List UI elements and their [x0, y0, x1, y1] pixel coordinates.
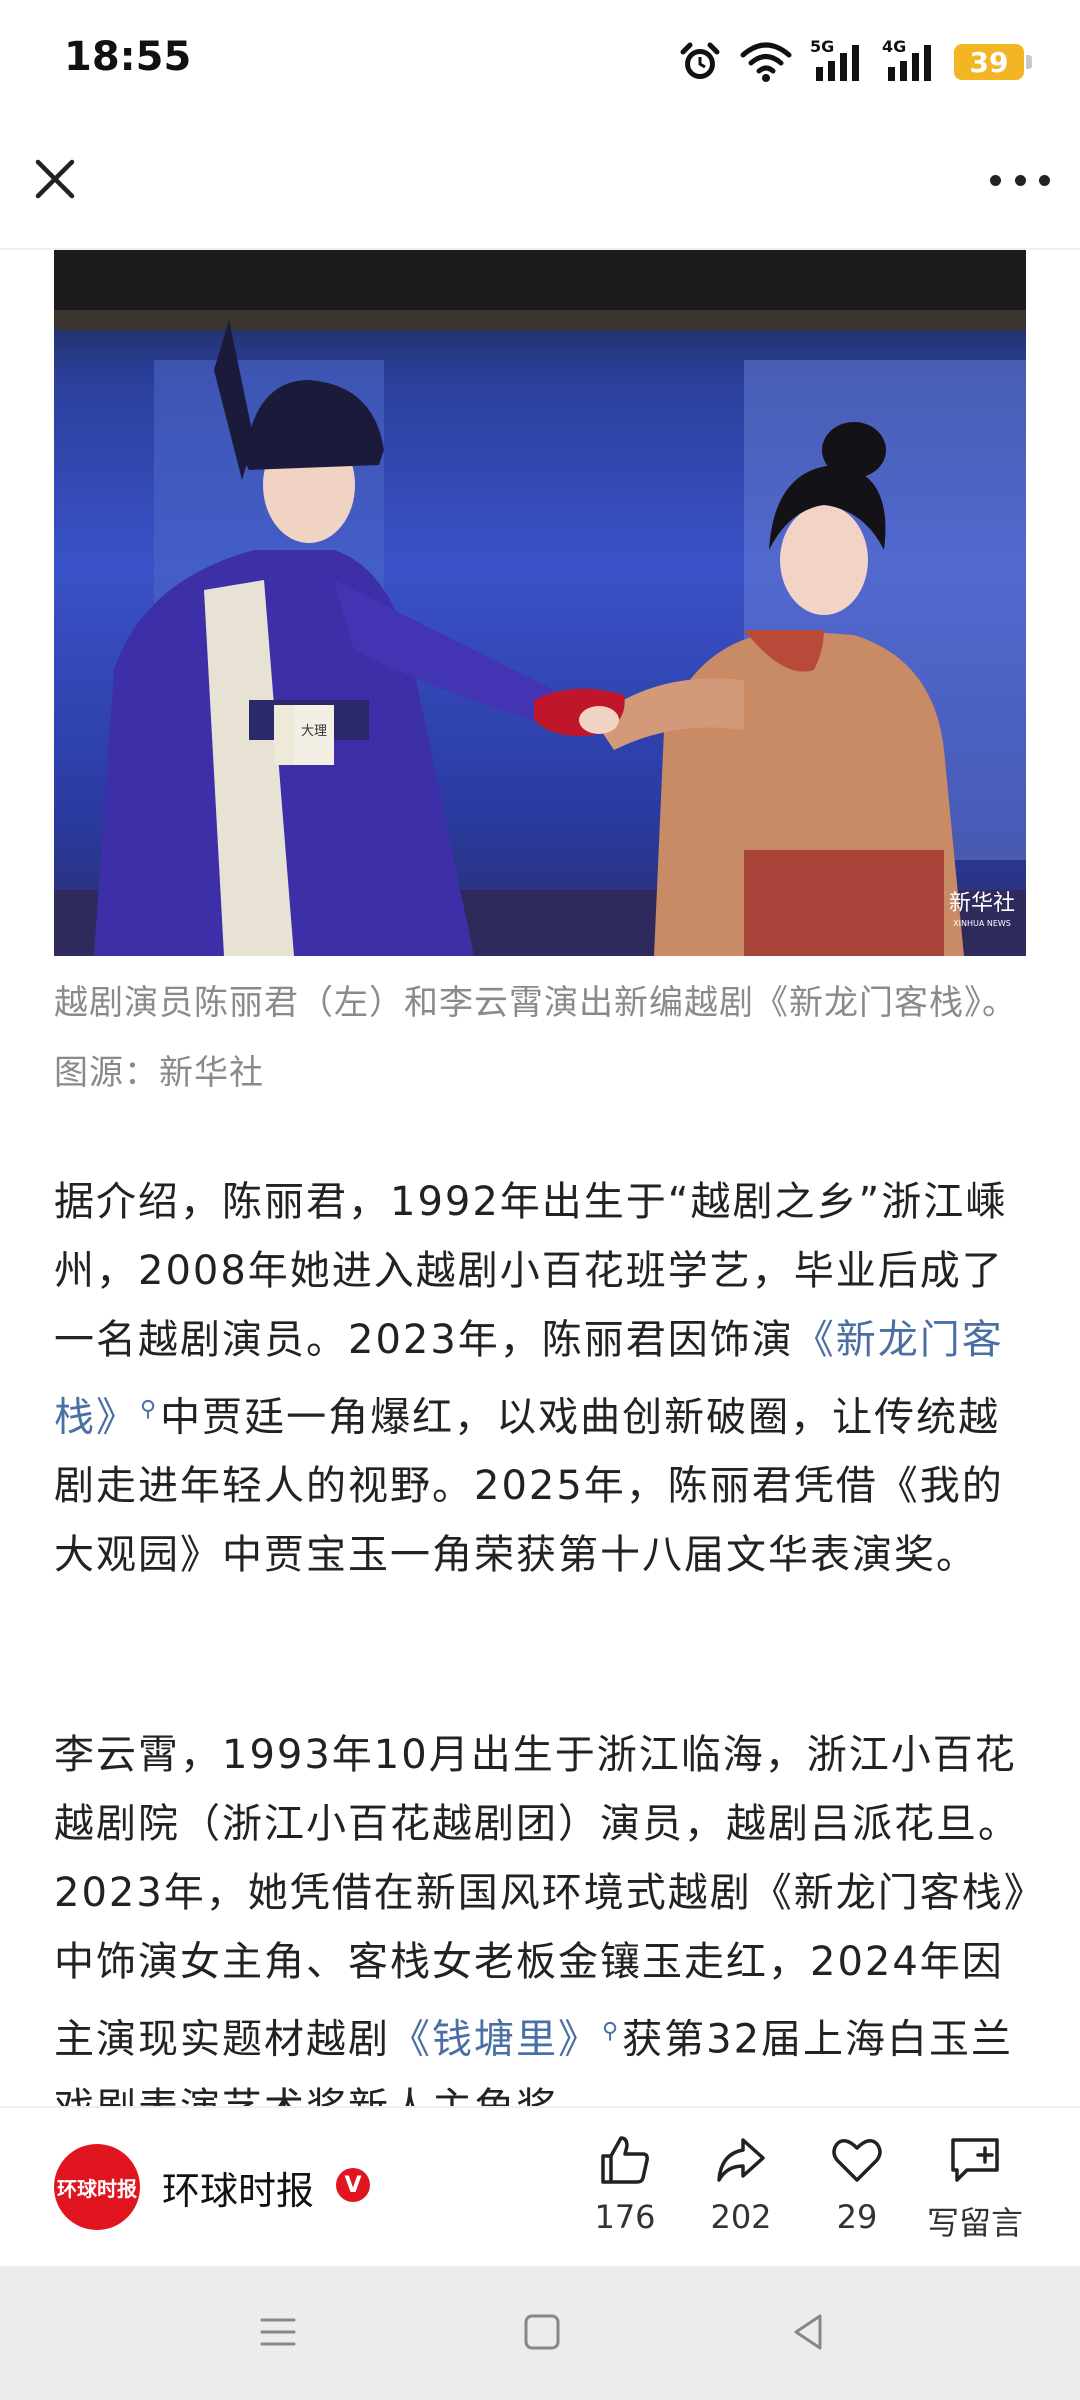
share-icon: [717, 2138, 765, 2182]
publisher-name[interactable]: 环球时报: [162, 2160, 314, 2215]
more-dot-icon: [1014, 174, 1026, 186]
prop-label: 大理: [301, 724, 327, 739]
article-photo[interactable]: 大理 新华社 XINHUA NEWS: [54, 250, 1026, 956]
back-icon: [794, 2314, 822, 2350]
photo-caption: 越剧演员陈丽君（左）和李云霄演出新编越剧《新龙门客栈》。图源：新华社: [54, 983, 1017, 1093]
write-comment-button[interactable]: 写留言: [918, 2132, 1032, 2244]
publisher-avatar[interactable]: 环球时报: [54, 2144, 140, 2230]
like-button[interactable]: 176: [570, 2132, 680, 2236]
top-nav: [0, 120, 1080, 250]
home-icon: [524, 2314, 560, 2350]
battery-icon: 39: [954, 44, 1032, 80]
favorite-button[interactable]: 29: [802, 2132, 912, 2236]
heart-icon: [832, 2139, 882, 2182]
more-button[interactable]: [990, 168, 1050, 192]
status-time: 18:55: [64, 34, 192, 80]
menu-icon: [260, 2318, 296, 2346]
article-paragraph: 据介绍，陈丽君，1992年出生于“越剧之乡”浙江嵊州，2008年她进入越剧小百花…: [54, 1168, 1029, 1590]
verified-badge-icon: V: [336, 2168, 370, 2202]
like-count: 176: [594, 2198, 656, 2236]
bottom-action-bar: 环球时报 环球时报 V 176 202 29 写留言: [0, 2106, 1080, 2268]
back-button[interactable]: [786, 2310, 830, 2358]
alarm-icon: [680, 42, 720, 79]
watermark-subtext: XINHUA NEWS: [953, 919, 1011, 928]
share-button[interactable]: 202: [686, 2132, 796, 2236]
close-button[interactable]: [30, 154, 80, 204]
paragraph-text: 中贾廷一角爆红，以戏曲创新破圈，让传统越剧走进年轻人的视野。2025年，陈丽君凭…: [54, 1394, 1004, 1579]
paragraph-text: 李云霄，1993年10月出生于浙江临海，浙江小百花越剧院（浙江小百花越剧团）演员…: [54, 1732, 1026, 2063]
favorite-count: 29: [836, 2198, 878, 2236]
close-icon: [35, 159, 75, 199]
more-dot-icon: [1039, 174, 1050, 186]
signal-5g-icon: 5G: [810, 37, 864, 83]
more-dot-icon: [990, 174, 1001, 186]
status-bar: 18:55 5G 4G 39: [0, 0, 1080, 120]
write-comment-label: 写留言: [926, 2204, 1023, 2242]
article-paragraph: 李云霄，1993年10月出生于浙江临海，浙江小百花越剧院（浙江小百花越剧团）演员…: [54, 1721, 1029, 2106]
watermark-text: 新华社: [949, 891, 1015, 916]
wifi-icon: [740, 42, 792, 82]
watermark: 新华社 XINHUA NEWS: [949, 891, 1015, 928]
signal-4g-icon: 4G: [882, 37, 936, 83]
article-content[interactable]: 大理 新华社 XINHUA NEWS 越剧演员陈丽君（左）和李云霄演出新编越剧《…: [0, 250, 1080, 2106]
thumbs-up-icon: [601, 2136, 649, 2184]
comment-add-icon: [951, 2138, 999, 2182]
entity-link[interactable]: 《钱塘里》: [390, 2016, 600, 2062]
search-icon[interactable]: ⚲: [602, 2019, 620, 2044]
recents-button[interactable]: [256, 2310, 300, 2358]
system-navigation-bar: [0, 2266, 1080, 2400]
search-icon[interactable]: ⚲: [140, 1397, 158, 1422]
stage-scene-illustration: 大理 新华社 XINHUA NEWS: [54, 250, 1026, 956]
home-button[interactable]: [520, 2310, 564, 2358]
share-count: 202: [710, 2198, 772, 2236]
status-icons: 5G 4G 39: [678, 36, 1032, 88]
